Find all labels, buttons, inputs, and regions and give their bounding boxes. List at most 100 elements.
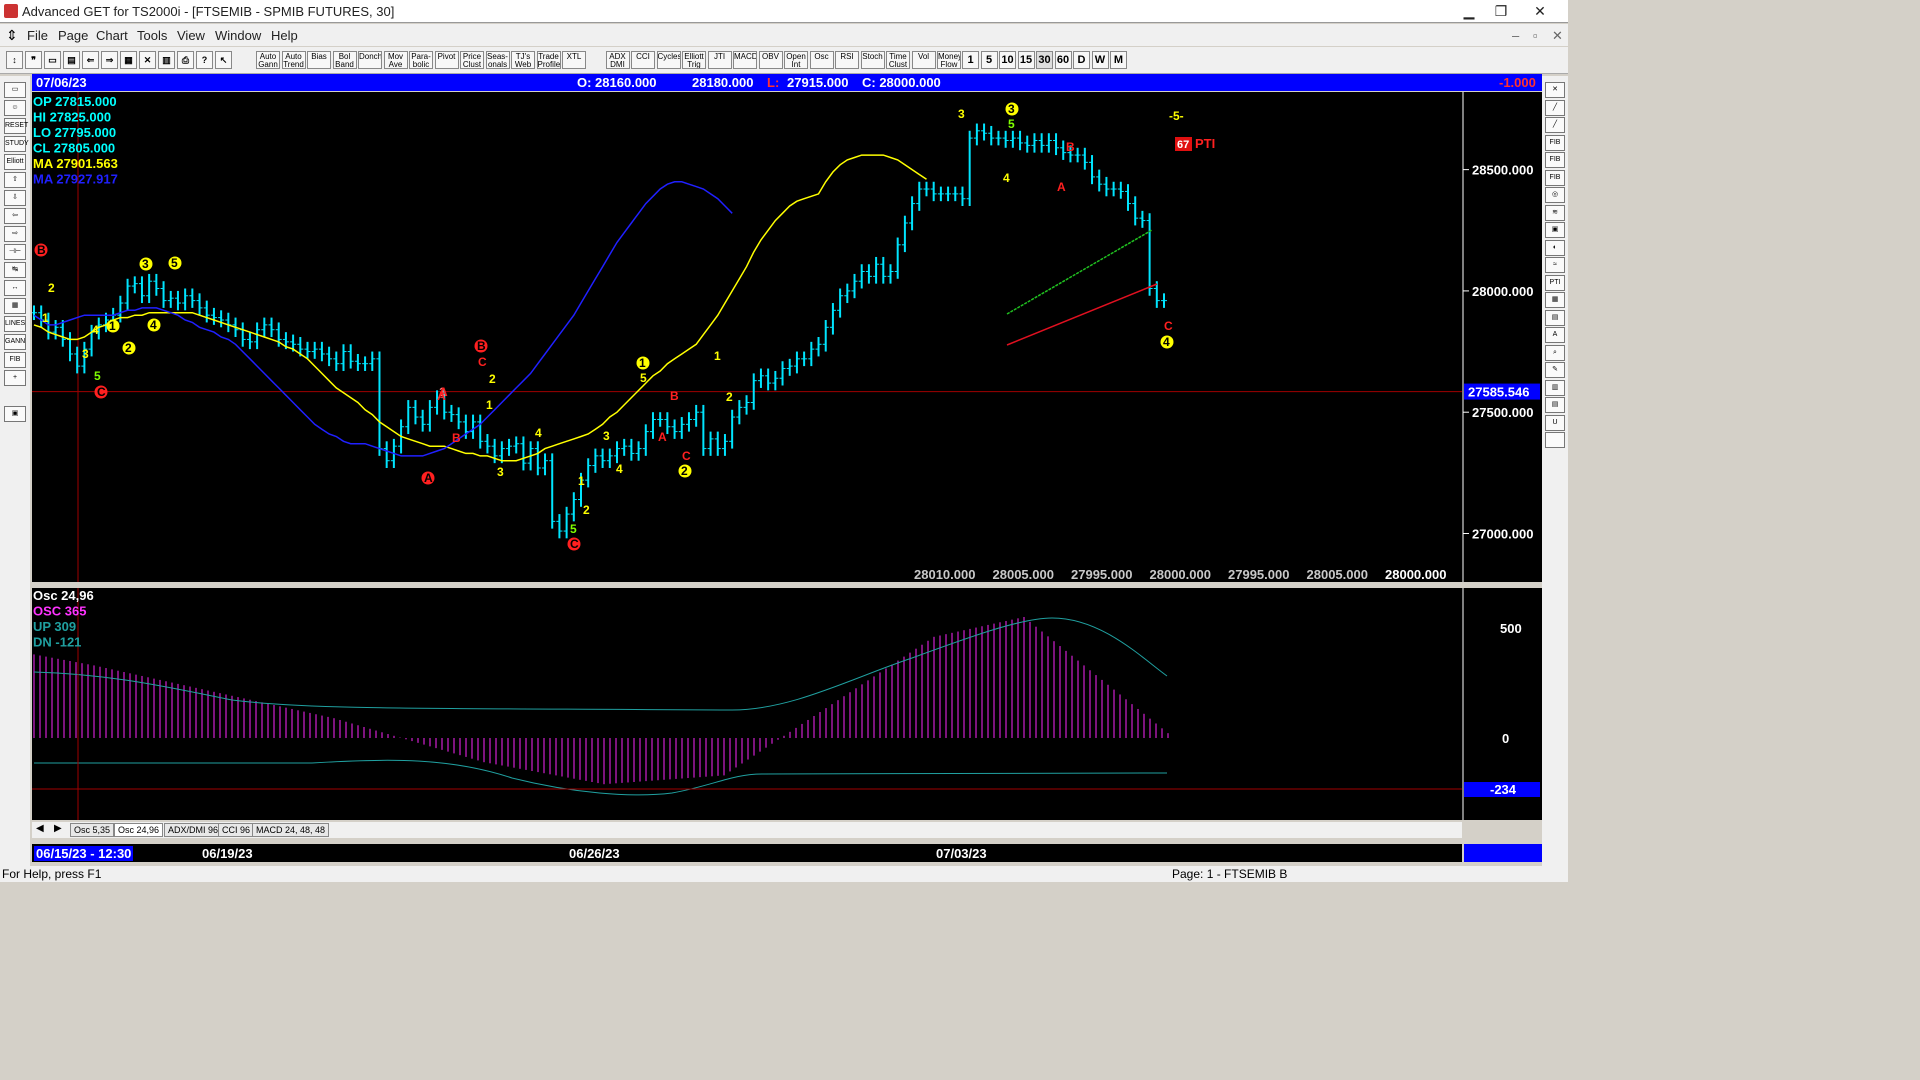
left-tool-5-icon[interactable]: ⇧ xyxy=(4,172,26,188)
tab-scroll-left-icon[interactable]: ◀ xyxy=(36,823,44,834)
menu-file[interactable]: File xyxy=(27,28,48,43)
left-tool-8-icon[interactable]: ⇨ xyxy=(4,226,26,242)
toolbar-icon-9[interactable]: ⎙ xyxy=(177,51,194,69)
right-tool-6-icon[interactable]: ◎ xyxy=(1545,187,1565,203)
toolbar-icon-7[interactable]: ✕ xyxy=(139,51,156,69)
menu-page[interactable]: Page xyxy=(58,28,88,43)
right-tool-0-icon[interactable]: ✕ xyxy=(1545,82,1565,98)
tool-vol-button[interactable]: Vol xyxy=(911,51,936,69)
menu-view[interactable]: View xyxy=(177,28,205,43)
right-tool-20-icon[interactable] xyxy=(1545,432,1565,448)
tool-elliott-trig-button[interactable]: Elliott Trig xyxy=(682,51,706,69)
menu-help[interactable]: Help xyxy=(271,28,298,43)
right-tool-14-icon[interactable]: A xyxy=(1545,327,1565,343)
tool-cycles-button[interactable]: Cycles xyxy=(656,51,681,69)
left-tool-10-icon[interactable]: ↹ xyxy=(4,262,26,278)
tab-osc-5-35[interactable]: Osc 5,35 xyxy=(70,823,115,837)
left-tool-18-icon[interactable]: ▣ xyxy=(4,406,26,422)
interval-D-button[interactable]: D xyxy=(1073,51,1090,69)
right-tool-16-icon[interactable]: ✎ xyxy=(1545,362,1565,378)
right-tool-12-icon[interactable]: ▦ xyxy=(1545,292,1565,308)
doc-icon[interactable]: ⇕ xyxy=(6,27,18,44)
left-tool-1-icon[interactable]: ☺ xyxy=(4,100,26,116)
tool-adx-dmi-button[interactable]: ADX DMI xyxy=(605,51,630,69)
oscillator-pane[interactable]: Osc 24,96 OSC 365 UP 309 DN -121 500 0 -234 xyxy=(32,588,1542,820)
tab-macd[interactable]: MACD 24, 48, 48 xyxy=(252,823,330,837)
toolbar-icon-10[interactable]: ? xyxy=(196,51,213,69)
tool-obv-button[interactable]: OBV xyxy=(758,51,783,69)
tool-bol-band-button[interactable]: Bol Band xyxy=(332,51,357,69)
toolbar-icon-2[interactable]: ▭ xyxy=(44,51,61,69)
left-tool-3-icon[interactable]: STUDY xyxy=(4,136,29,152)
left-tool-14-icon[interactable]: GANN xyxy=(4,334,26,350)
left-tool-4-icon[interactable]: Elliott xyxy=(4,154,26,170)
restore-button[interactable]: ❐ xyxy=(1484,0,1518,22)
menu-tools[interactable]: Tools xyxy=(137,28,167,43)
right-tool-17-icon[interactable]: ▥ xyxy=(1545,379,1565,396)
right-tool-13-icon[interactable]: ▤ xyxy=(1545,309,1565,326)
tool-xtl-button[interactable]: XTL xyxy=(562,51,586,69)
right-tool-18-icon[interactable]: ▤ xyxy=(1545,397,1565,413)
interval-10-button[interactable]: 10 xyxy=(999,51,1016,69)
tool-stoch-button[interactable]: Stoch xyxy=(860,51,885,69)
left-tool-12-icon[interactable]: ▦ xyxy=(4,298,26,314)
tool-time-clust-button[interactable]: Time Clust xyxy=(886,51,910,69)
price-chart-pane[interactable]: OP 27815.000 HI 27825.000 LO 27795.000 CL 2… xyxy=(31,92,1542,582)
left-tool-9-icon[interactable]: ⊣⊢ xyxy=(4,244,26,260)
toolbar-icon-11[interactable]: ↖ xyxy=(215,51,232,69)
tool-cci-button[interactable]: CCI xyxy=(631,51,655,69)
oscillator-chart[interactable]: Osc 24,96OSC 365UP 309DN -121 500 0 -234 xyxy=(32,588,1542,820)
toolbar-icon-3[interactable]: ▤ xyxy=(63,51,80,69)
mdi-restore-button[interactable]: ▫ xyxy=(1533,28,1538,43)
interval-30-button[interactable]: 30 xyxy=(1036,51,1053,69)
left-tool-0-icon[interactable]: ▭ xyxy=(4,82,26,98)
tool-price-clust-button[interactable]: Price Clust xyxy=(460,51,484,69)
interval-W-button[interactable]: W xyxy=(1091,51,1109,69)
minimize-button[interactable]: ▁ xyxy=(1452,0,1486,22)
tool-donch-button[interactable]: Donch xyxy=(358,51,382,69)
interval-5-button[interactable]: 5 xyxy=(980,51,998,69)
tool-money-flow-button[interactable]: Money Flow xyxy=(937,51,961,69)
tab-scroll-right-icon[interactable]: ▶ xyxy=(54,823,62,834)
toolbar-icon-1[interactable]: ❞ xyxy=(25,51,42,69)
menu-chart[interactable]: Chart xyxy=(96,28,128,43)
tab-osc-24-96[interactable]: Osc 24,96 xyxy=(114,823,164,837)
left-tool-13-icon[interactable]: LINES xyxy=(4,316,26,332)
toolbar-icon-6[interactable]: ▦ xyxy=(120,51,137,69)
left-tool-16-icon[interactable]: + xyxy=(4,370,26,386)
left-tool-11-icon[interactable]: ↔ xyxy=(4,280,26,296)
right-tool-15-icon[interactable]: ⌕ xyxy=(1545,344,1565,361)
tool-bias-button[interactable]: Bias xyxy=(307,51,331,69)
mdi-minimize-button[interactable]: – xyxy=(1512,28,1519,43)
tab-cci[interactable]: CCI 96 xyxy=(218,823,255,837)
toolbar-icon-8[interactable]: ▥ xyxy=(158,51,175,69)
interval-60-button[interactable]: 60 xyxy=(1054,51,1072,69)
tool-tj-s-web-button[interactable]: TJ's Web xyxy=(511,51,535,69)
tool-para-bolic-button[interactable]: Para- bolic xyxy=(409,51,433,69)
right-tool-4-icon[interactable]: FIB xyxy=(1545,152,1565,168)
right-tool-10-icon[interactable]: ≈ xyxy=(1545,257,1565,273)
toolbar-icon-5[interactable]: ⇒ xyxy=(101,51,118,69)
tool-osc-button[interactable]: Osc xyxy=(809,51,834,69)
tab-adx-dmi[interactable]: ADX/DMI 96 xyxy=(164,823,223,837)
price-chart[interactable]: OP 27815.000HI 27825.000LO 27795.000CL 2… xyxy=(31,92,1542,582)
left-tool-6-icon[interactable]: ⇩ xyxy=(4,190,26,206)
tool-open-int-button[interactable]: Open Int xyxy=(784,51,808,69)
left-tool-7-icon[interactable]: ⇦ xyxy=(4,208,26,224)
right-tool-19-icon[interactable]: U xyxy=(1545,414,1565,431)
tool-trade-profile-button[interactable]: Trade Profile xyxy=(536,51,561,69)
tool-macd-button[interactable]: MACD xyxy=(733,51,757,69)
toolbar-icon-4[interactable]: ⇐ xyxy=(82,51,99,69)
right-tool-9-icon[interactable]: ◐ xyxy=(1545,239,1565,256)
right-tool-1-icon[interactable]: ╱ xyxy=(1545,99,1565,116)
interval-1-button[interactable]: 1 xyxy=(962,51,979,69)
tool-auto-gann-button[interactable]: Auto Gann xyxy=(256,51,280,69)
tool-pivot-button[interactable]: Pivot xyxy=(434,51,459,69)
left-tool-2-icon[interactable]: RESET xyxy=(4,118,28,134)
tool-jti-button[interactable]: JTI xyxy=(707,51,732,69)
tool-mov-ave-button[interactable]: Mov Ave xyxy=(383,51,408,69)
right-tool-2-icon[interactable]: ╱ xyxy=(1545,117,1565,133)
tool-auto-trend-button[interactable]: Auto Trend xyxy=(281,51,306,69)
right-tool-11-icon[interactable]: PTI xyxy=(1545,274,1565,291)
right-tool-3-icon[interactable]: FIB xyxy=(1545,134,1565,151)
